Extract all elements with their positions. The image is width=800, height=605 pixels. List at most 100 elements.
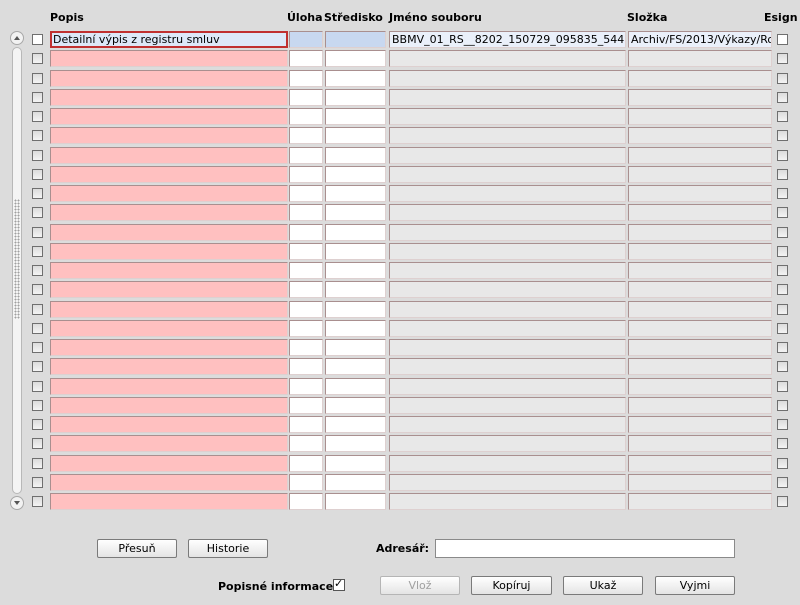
esign-checkbox[interactable] xyxy=(777,130,788,142)
stredisko-field[interactable] xyxy=(325,281,386,299)
esign-checkbox[interactable] xyxy=(777,380,788,392)
row-select-checkbox[interactable] xyxy=(32,34,43,45)
stredisko-field[interactable] xyxy=(325,339,386,356)
stredisko-field[interactable] xyxy=(325,435,386,453)
esign-checkbox[interactable] xyxy=(777,188,788,199)
popis-field[interactable] xyxy=(50,473,288,491)
jmeno-souboru-field[interactable] xyxy=(389,146,626,164)
stredisko-field[interactable] xyxy=(325,185,386,202)
slozka-field[interactable] xyxy=(628,69,772,87)
popis-field[interactable] xyxy=(50,435,288,453)
popis-field[interactable] xyxy=(50,146,288,164)
row-select-checkbox[interactable] xyxy=(32,149,43,161)
jmeno-souboru-field[interactable] xyxy=(389,50,626,68)
jmeno-souboru-field[interactable] xyxy=(389,88,626,106)
jmeno-souboru-field[interactable] xyxy=(389,204,626,222)
slozka-field[interactable] xyxy=(628,223,772,241)
row-select-checkbox[interactable] xyxy=(32,111,43,122)
esign-checkbox[interactable] xyxy=(777,226,788,238)
popis-field[interactable] xyxy=(50,108,288,125)
row-select-checkbox[interactable] xyxy=(32,72,43,84)
slozka-field[interactable] xyxy=(628,262,772,279)
stredisko-field[interactable] xyxy=(325,69,386,87)
jmeno-souboru-field[interactable] xyxy=(389,396,626,414)
slozka-field[interactable] xyxy=(628,473,772,491)
popis-field[interactable] xyxy=(50,204,288,222)
slozka-field[interactable]: Archiv/FS/2013/Výkazy/Rozv xyxy=(628,31,772,48)
uloha-field[interactable] xyxy=(289,377,323,395)
vyjmi-button[interactable]: Vyjmi xyxy=(655,576,735,595)
popisne-informace-checkbox[interactable] xyxy=(333,577,345,591)
popis-field[interactable] xyxy=(50,242,288,260)
esign-checkbox[interactable] xyxy=(777,149,788,161)
row-select-checkbox[interactable] xyxy=(32,361,43,373)
jmeno-souboru-field[interactable] xyxy=(389,108,626,125)
kopiruj-button[interactable]: Kopíruj xyxy=(471,576,552,595)
stredisko-field[interactable] xyxy=(325,358,386,376)
row-select-checkbox[interactable] xyxy=(32,342,43,353)
popis-field[interactable]: Detailní výpis z registru smluv xyxy=(50,31,288,48)
slozka-field[interactable] xyxy=(628,185,772,202)
popis-field[interactable] xyxy=(50,319,288,337)
row-select-checkbox[interactable] xyxy=(32,226,43,238)
esign-checkbox[interactable] xyxy=(777,419,788,430)
stredisko-field[interactable] xyxy=(325,88,386,106)
uloha-field[interactable] xyxy=(289,435,323,453)
row-select-checkbox[interactable] xyxy=(32,53,43,65)
popis-field[interactable] xyxy=(50,377,288,395)
uloha-field[interactable] xyxy=(289,339,323,356)
stredisko-field[interactable] xyxy=(325,473,386,491)
jmeno-souboru-field[interactable] xyxy=(389,262,626,279)
uloha-field[interactable] xyxy=(289,473,323,491)
esign-checkbox[interactable] xyxy=(777,284,788,296)
esign-checkbox[interactable] xyxy=(777,476,788,488)
uloha-field[interactable] xyxy=(289,281,323,299)
esign-checkbox[interactable] xyxy=(777,496,788,507)
popis-field[interactable] xyxy=(50,262,288,279)
esign-checkbox[interactable] xyxy=(777,361,788,373)
slozka-field[interactable] xyxy=(628,416,772,433)
uloha-field[interactable] xyxy=(289,319,323,337)
slozka-field[interactable] xyxy=(628,319,772,337)
row-select-checkbox[interactable] xyxy=(32,207,43,219)
slozka-field[interactable] xyxy=(628,50,772,68)
jmeno-souboru-field[interactable] xyxy=(389,435,626,453)
esign-checkbox[interactable] xyxy=(777,111,788,122)
uloha-field[interactable] xyxy=(289,31,323,48)
popis-field[interactable] xyxy=(50,165,288,183)
uloha-field[interactable] xyxy=(289,493,323,510)
stredisko-field[interactable] xyxy=(325,493,386,510)
jmeno-souboru-field[interactable] xyxy=(389,416,626,433)
esign-checkbox[interactable] xyxy=(777,91,788,103)
slozka-field[interactable] xyxy=(628,339,772,356)
esign-checkbox[interactable] xyxy=(777,265,788,276)
stredisko-field[interactable] xyxy=(325,262,386,279)
stredisko-field[interactable] xyxy=(325,416,386,433)
row-select-checkbox[interactable] xyxy=(32,91,43,103)
uloha-field[interactable] xyxy=(289,454,323,472)
ukaz-button[interactable]: Ukaž xyxy=(563,576,643,595)
uloha-field[interactable] xyxy=(289,146,323,164)
row-select-checkbox[interactable] xyxy=(32,476,43,488)
row-select-checkbox[interactable] xyxy=(32,265,43,276)
jmeno-souboru-field[interactable] xyxy=(389,300,626,318)
slozka-field[interactable] xyxy=(628,108,772,125)
row-select-checkbox[interactable] xyxy=(32,399,43,411)
row-select-checkbox[interactable] xyxy=(32,380,43,392)
uloha-field[interactable] xyxy=(289,165,323,183)
stredisko-field[interactable] xyxy=(325,146,386,164)
row-select-checkbox[interactable] xyxy=(32,188,43,199)
slozka-field[interactable] xyxy=(628,204,772,222)
popis-field[interactable] xyxy=(50,358,288,376)
slozka-field[interactable] xyxy=(628,127,772,145)
uloha-field[interactable] xyxy=(289,416,323,433)
uloha-field[interactable] xyxy=(289,262,323,279)
popis-field[interactable] xyxy=(50,281,288,299)
esign-checkbox[interactable] xyxy=(777,207,788,219)
jmeno-souboru-field[interactable] xyxy=(389,454,626,472)
stredisko-field[interactable] xyxy=(325,396,386,414)
stredisko-field[interactable] xyxy=(325,377,386,395)
stredisko-field[interactable] xyxy=(325,319,386,337)
slozka-field[interactable] xyxy=(628,242,772,260)
row-select-checkbox[interactable] xyxy=(32,168,43,180)
